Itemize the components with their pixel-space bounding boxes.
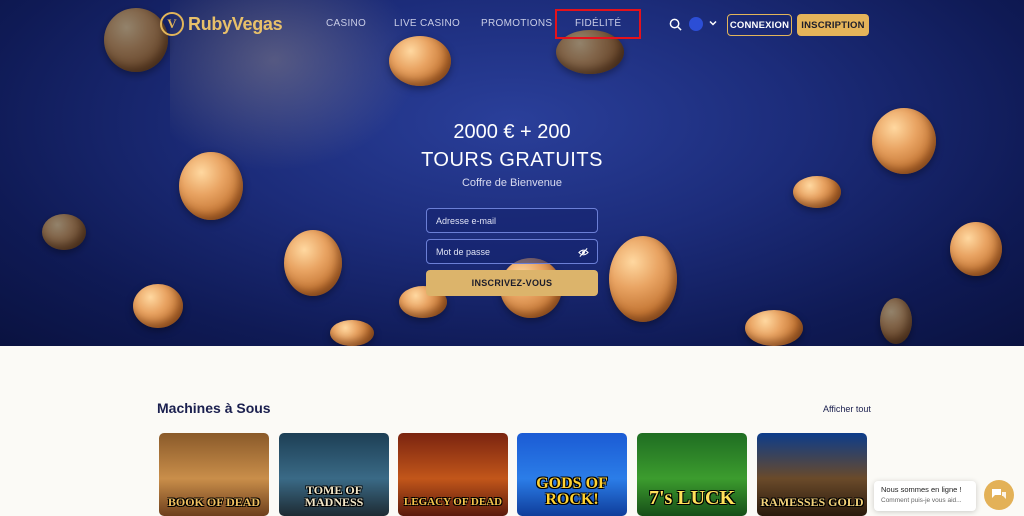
- see-all-link[interactable]: Afficher tout: [823, 404, 871, 414]
- hero-banner: V RubyVegas CASINO LIVE CASINO PROMOTION…: [0, 0, 1024, 346]
- login-button[interactable]: CONNEXION: [727, 14, 792, 36]
- email-field: [426, 208, 598, 233]
- game-card[interactable]: 7's LUCK: [637, 433, 747, 516]
- hero-subtitle: Coffre de Bienvenue: [461, 177, 563, 189]
- coin-decoration: [950, 222, 1002, 276]
- section-title: Machines à Sous: [157, 400, 271, 416]
- eye-off-icon[interactable]: [578, 247, 589, 258]
- coin-decoration: [330, 320, 374, 346]
- game-card[interactable]: BOOK OF DEAD: [159, 433, 269, 516]
- register-cta-button[interactable]: INSCRIVEZ-VOUS: [426, 270, 598, 296]
- game-title: BOOK OF DEAD: [167, 495, 261, 509]
- game-card[interactable]: GODS OF ROCK!: [517, 433, 627, 516]
- game-card[interactable]: TOME OF MADNESS: [279, 433, 389, 516]
- signup-button[interactable]: INSCRIPTION: [797, 14, 869, 36]
- hero-title-spins: TOURS GRATUITS: [421, 149, 603, 171]
- chevron-down-icon[interactable]: [707, 17, 719, 29]
- chat-subtitle: Comment puis-je vous aid...: [881, 497, 962, 504]
- chat-bubble[interactable]: Nous sommes en ligne ! Comment puis-je v…: [874, 481, 976, 511]
- top-nav: V RubyVegas CASINO LIVE CASINO PROMOTION…: [0, 0, 1024, 48]
- game-title: GODS OF ROCK!: [536, 475, 608, 508]
- nav-link-promotions[interactable]: PROMOTIONS: [481, 18, 552, 29]
- game-title: LEGACY OF DEAD: [403, 496, 503, 508]
- nav-link-casino[interactable]: CASINO: [326, 18, 366, 29]
- game-card[interactable]: LEGACY OF DEAD: [398, 433, 508, 516]
- logo[interactable]: V RubyVegas: [160, 12, 283, 36]
- game-title: TOME OF MADNESS: [304, 483, 364, 509]
- chat-title: Nous sommes en ligne !: [881, 485, 962, 494]
- nav-link-live-casino[interactable]: LIVE CASINO: [394, 18, 460, 29]
- coin-decoration: [880, 298, 912, 344]
- chat-icon: [992, 489, 1006, 499]
- language-flag-icon[interactable]: [689, 17, 703, 31]
- slots-section: Machines à Sous Afficher tout BOOK OF DE…: [0, 346, 1024, 516]
- coin-decoration: [284, 230, 342, 296]
- game-card[interactable]: RAMESSES GOLD: [757, 433, 867, 516]
- coin-decoration: [133, 284, 183, 328]
- nav-link-fidelite[interactable]: FIDÉLITÉ: [555, 9, 642, 39]
- email-input[interactable]: [427, 209, 597, 232]
- password-field: [426, 239, 598, 264]
- hero-title-amount: 2000 € + 200: [453, 121, 571, 143]
- logo-text: RubyVegas: [188, 13, 283, 34]
- game-title: 7's LUCK: [648, 487, 736, 509]
- game-title: RAMESSES GOLD: [760, 495, 864, 509]
- coin-decoration: [42, 214, 86, 250]
- logo-mark: V: [160, 12, 184, 36]
- password-input[interactable]: [427, 240, 597, 263]
- coin-decoration: [609, 236, 677, 322]
- chat-launcher-button[interactable]: [984, 480, 1014, 510]
- search-icon[interactable]: [669, 18, 682, 31]
- coin-decoration: [745, 310, 803, 346]
